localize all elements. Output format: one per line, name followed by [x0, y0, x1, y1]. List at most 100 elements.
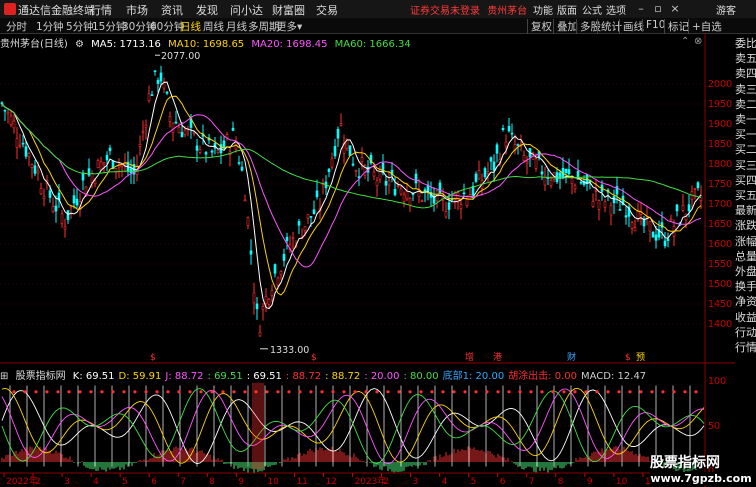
- menu-formula[interactable]: 公式: [582, 2, 602, 17]
- menu-discover[interactable]: 发现: [196, 2, 218, 18]
- candle-body: [696, 182, 700, 189]
- candle-body: [171, 122, 175, 133]
- sidebar-item-6[interactable]: 买一: [735, 127, 756, 142]
- period-more[interactable]: 更多▾: [276, 19, 302, 34]
- candle-body: [27, 153, 31, 158]
- candle-body: [675, 204, 679, 212]
- candle-body: [420, 200, 424, 202]
- menu-options[interactable]: 选项: [606, 2, 626, 17]
- period-monthly[interactable]: 月线: [226, 19, 247, 34]
- tool-mark[interactable]: 标记: [664, 19, 689, 34]
- sidebar-item-4[interactable]: 卖二: [735, 97, 756, 112]
- menu-layout[interactable]: 版面: [557, 2, 577, 17]
- chart-area[interactable]: 2000 1950 1900 1850 1800 1750 1700 1650 1600 1550…: [0, 33, 735, 487]
- sidebar-item-11[interactable]: 最新: [735, 203, 756, 218]
- y-tick-3: 1850: [708, 139, 732, 150]
- sidebar-item-10[interactable]: 买五: [735, 188, 756, 203]
- minimize-icon[interactable]: –: [634, 2, 648, 15]
- trade-login-notice[interactable]: 证券交易未登录 贵州茅台: [410, 2, 527, 17]
- candle-body: [63, 226, 67, 230]
- sidebar-item-19[interactable]: 行动: [735, 325, 756, 340]
- tool-add-watchlist[interactable]: +自选: [688, 19, 722, 34]
- sidebar-item-5[interactable]: 卖一: [735, 112, 756, 127]
- candle-body: [273, 264, 277, 274]
- ind-y-tick-1: 50: [708, 421, 720, 432]
- ind-dot: [111, 390, 115, 394]
- ind-dot: [177, 390, 181, 394]
- candle-body: [39, 188, 43, 195]
- ind-dot: [606, 390, 610, 394]
- tool-f10[interactable]: F10: [642, 19, 665, 31]
- menu-trade[interactable]: 交易: [316, 2, 338, 18]
- candle-body: [348, 145, 352, 156]
- candle-body: [669, 218, 673, 221]
- period-1min[interactable]: 1分钟: [36, 19, 64, 34]
- period-timeshare[interactable]: 分时: [6, 19, 27, 34]
- menu-market[interactable]: 市场: [126, 2, 148, 18]
- sidebar-item-16[interactable]: 换手: [735, 279, 756, 294]
- sidebar-item-20[interactable]: 行情: [735, 340, 756, 355]
- candle-body: [624, 215, 628, 218]
- sidebar-item-13[interactable]: 涨幅: [735, 234, 756, 249]
- menu-functions[interactable]: 功能: [533, 2, 553, 17]
- candle-body: [96, 160, 100, 169]
- period-multi[interactable]: 多周期: [248, 19, 280, 34]
- candle-body: [483, 168, 487, 178]
- period-5min[interactable]: 5分钟: [66, 19, 94, 34]
- ind-dot: [34, 390, 38, 394]
- app-logo-icon: [4, 3, 16, 15]
- close-icon[interactable]: ×: [668, 2, 682, 15]
- ind-dot: [243, 390, 247, 394]
- tool-overlay[interactable]: 叠加: [553, 19, 578, 34]
- candle-body: [90, 173, 94, 183]
- candle-body: [204, 152, 208, 155]
- sidebar-item-7[interactable]: 买二: [735, 142, 756, 157]
- candle-body: [438, 182, 442, 193]
- period-daily[interactable]: 日线: [180, 19, 201, 34]
- candle-body: [507, 126, 511, 132]
- menu-quotes[interactable]: 行情: [90, 2, 112, 18]
- candle-body: [444, 210, 448, 218]
- quote-sidebar: 委比 卖五 卖四 卖三 卖二 卖一 买一 买二 买三 买四 买五 最新 涨跌 涨幅 总量 外盘 换手 净资 收益 行动…: [735, 36, 756, 354]
- sidebar-item-1[interactable]: 卖五: [735, 51, 756, 66]
- menu-wealth-circle[interactable]: 财富圈: [272, 2, 305, 18]
- candle-body: [312, 209, 316, 215]
- y-tick-11: 1450: [708, 299, 732, 310]
- event-marker-3: 港: [493, 351, 502, 363]
- sidebar-item-14[interactable]: 总量: [735, 249, 756, 264]
- candle-body: [336, 128, 340, 139]
- menu-ask-xiaoda[interactable]: 问小达: [230, 2, 263, 18]
- restore-icon[interactable]: ▫: [651, 2, 665, 15]
- candle-body: [594, 190, 598, 192]
- sidebar-item-0[interactable]: 委比: [735, 36, 756, 51]
- ind-dot: [78, 390, 82, 394]
- candle-body: [183, 129, 187, 135]
- candle-body: [309, 216, 313, 218]
- event-marker-6: 预: [636, 352, 645, 363]
- candle-body: [558, 172, 562, 178]
- candle-body: [108, 147, 112, 152]
- ind-dot: [298, 390, 302, 394]
- ind-dot: [309, 390, 313, 394]
- account-label[interactable]: 游客: [716, 2, 736, 17]
- sidebar-item-12[interactable]: 涨跌: [735, 218, 756, 233]
- ind-dot: [661, 390, 665, 394]
- sidebar-item-17[interactable]: 净资: [735, 294, 756, 309]
- sidebar-item-9[interactable]: 买四: [735, 173, 756, 188]
- event-marker-5: $: [625, 353, 631, 363]
- menu-news[interactable]: 资讯: [161, 2, 183, 18]
- candle-body: [231, 127, 235, 131]
- sidebar-item-18[interactable]: 收益: [735, 310, 756, 325]
- x-tick-5: 6: [151, 477, 157, 487]
- candle-body: [258, 331, 262, 337]
- candle-body: [249, 250, 253, 255]
- ind-dot: [474, 390, 478, 394]
- sidebar-item-3[interactable]: 卖三: [735, 82, 756, 97]
- sidebar-item-15[interactable]: 外盘: [735, 264, 756, 279]
- tool-adjust[interactable]: 复权: [527, 19, 552, 34]
- tool-draw[interactable]: 画线: [619, 19, 644, 34]
- sidebar-item-8[interactable]: 买三: [735, 158, 756, 173]
- sidebar-item-2[interactable]: 卖四: [735, 66, 756, 81]
- period-weekly[interactable]: 周线: [203, 19, 224, 34]
- ind-dot: [628, 390, 632, 394]
